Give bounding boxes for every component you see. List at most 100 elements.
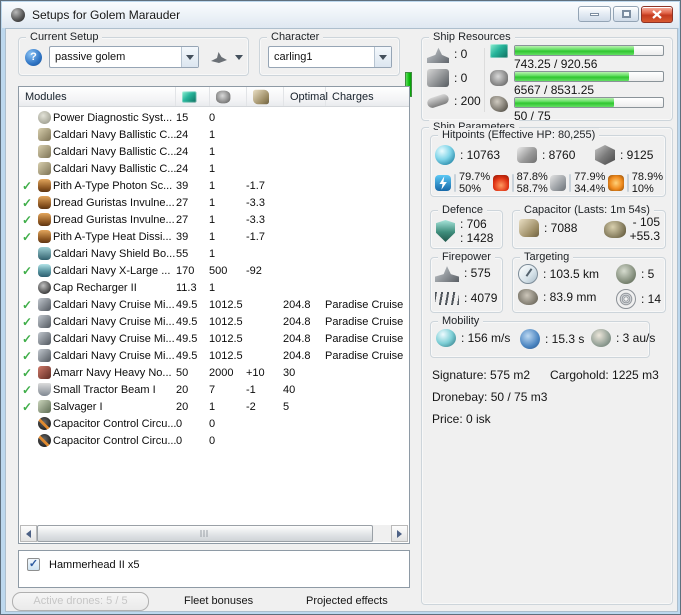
firepower-dps-value: : 4079 xyxy=(464,291,498,305)
sensor-strength-icon xyxy=(616,289,636,309)
tab-projected-effects[interactable]: Projected effects xyxy=(306,595,388,607)
module-active-check: ✓ xyxy=(21,331,33,346)
modules-header-cpu[interactable] xyxy=(176,87,210,106)
modules-header-powergrid[interactable] xyxy=(210,87,247,106)
module-row[interactable]: ✓ Caldari Navy Cruise Mi... 49.5 1012.5 204.… xyxy=(19,347,409,364)
em-resist-top: 79.7% xyxy=(459,171,491,183)
module-name: Cap Recharger II xyxy=(53,281,137,294)
module-cpu: 49.5 xyxy=(176,349,198,362)
modules-rows: Power Diagnostic Syst... 15 0 Caldari Navy … xyxy=(19,109,409,449)
module-row[interactable]: ✓ Caldari Navy X-Large ... 170 500 -92 xyxy=(19,262,409,279)
modules-header-name[interactable]: Modules xyxy=(19,87,176,106)
ship-parameters-group: Ship Parameters Hitpoints (Effective HP:… xyxy=(421,120,673,605)
module-row[interactable]: ✓ Caldari Navy Cruise Mi... 49.5 1012.5 204.… xyxy=(19,313,409,330)
targeting-range-icon xyxy=(518,264,538,284)
module-icon-cell xyxy=(35,128,53,141)
capacitor-group: Capacitor (Lasts: 1m 54s) : 7088 - 105 +… xyxy=(512,203,666,249)
module-powergrid: 1 xyxy=(209,128,216,141)
kinetic-resist-top: 77.9% xyxy=(574,171,606,183)
module-capacitor: -1.7 xyxy=(246,230,265,243)
active-drones-button[interactable]: Active drones: 5 / 5 xyxy=(12,592,149,611)
modules-header-charges[interactable]: Charges xyxy=(326,87,409,106)
module-row[interactable]: ✓ Pith A-Type Heat Dissi... 39 1 -1.7 xyxy=(19,228,409,245)
hardener-icon xyxy=(37,196,51,209)
module-row[interactable]: ✓ Caldari Navy Cruise Mi... 49.5 1012.5 204.… xyxy=(19,296,409,313)
module-row[interactable]: Capacitor Control Circu... 0 0 xyxy=(19,415,409,432)
module-row[interactable]: ✓ Amarr Navy Heavy No... 50 2000 +10 30 xyxy=(19,364,409,381)
current-setup-group: Current Setup ? passive golem xyxy=(18,30,249,76)
maximize-button[interactable] xyxy=(613,6,639,22)
powergrid-icon xyxy=(490,70,508,86)
module-name: Caldari Navy Ballistic C... xyxy=(53,162,176,175)
module-row[interactable]: ✓ Salvager I 20 1 -2 5 xyxy=(19,398,409,415)
module-icon-cell xyxy=(35,111,53,124)
kinetic-resist-bottom: 34.4% xyxy=(574,183,606,195)
module-icon-cell xyxy=(35,230,53,243)
modules-header-capacitor[interactable] xyxy=(247,87,284,106)
module-row[interactable]: ✓ Small Tractor Beam I 20 7 -1 40 xyxy=(19,381,409,398)
module-active-check: ✓ xyxy=(21,314,33,329)
module-optimal: 204.8 xyxy=(283,315,311,328)
scroll-left-button[interactable] xyxy=(20,525,37,542)
minimize-button[interactable] xyxy=(578,6,611,22)
character-select[interactable]: carling1 xyxy=(268,46,392,68)
module-row[interactable]: Capacitor Control Circu... 0 0 xyxy=(19,432,409,449)
module-row[interactable]: ✓ Pith A-Type Photon Sc... 39 1 -1.7 xyxy=(19,177,409,194)
module-row[interactable]: Power Diagnostic Syst... 15 0 xyxy=(19,109,409,126)
em-resist-bottom: 50% xyxy=(459,183,482,195)
module-active-check: ✓ xyxy=(21,263,33,278)
hardener-icon xyxy=(37,213,51,226)
module-powergrid: 7 xyxy=(209,383,216,396)
scan-res-value: : 83.9 mm xyxy=(543,290,597,304)
module-cpu: 39 xyxy=(176,230,189,243)
cpu-icon xyxy=(490,44,508,58)
module-row[interactable]: ✓ Dread Guristas Invulne... 27 1 -3.3 xyxy=(19,211,409,228)
module-row[interactable]: Caldari Navy Ballistic C... 24 1 xyxy=(19,160,409,177)
dronebay-bar xyxy=(514,97,664,108)
module-name: Caldari Navy Cruise Mi... xyxy=(53,298,175,311)
drone-checkbox[interactable]: ✓ xyxy=(27,558,40,571)
module-capacitor: +10 xyxy=(246,366,265,379)
tab-fleet-bonuses[interactable]: Fleet bonuses xyxy=(184,595,253,607)
shield-booster-icon xyxy=(37,264,51,277)
module-row[interactable]: Cap Recharger II 11.3 1 xyxy=(19,279,409,296)
scrollbar-track[interactable] xyxy=(37,525,391,542)
close-button[interactable] xyxy=(641,6,673,23)
scrollbar-thumb[interactable] xyxy=(37,525,373,542)
scroll-right-button[interactable] xyxy=(391,525,408,542)
ship-menu-button[interactable] xyxy=(209,50,243,65)
module-cpu: 15 xyxy=(176,111,189,124)
module-row[interactable]: ✓ Dread Guristas Invulne... 27 1 -3.3 xyxy=(19,194,409,211)
resource-bar-fill xyxy=(515,98,614,107)
divider xyxy=(454,174,456,192)
module-row[interactable]: Caldari Navy Shield Bo... 55 1 xyxy=(19,245,409,262)
structure-hp-icon xyxy=(595,145,615,165)
module-icon-cell xyxy=(35,281,53,294)
hardener-icon xyxy=(37,179,51,192)
module-powergrid: 1 xyxy=(209,247,216,260)
cargohold-value: Cargohold: 1225 m3 xyxy=(550,368,659,382)
horizontal-scrollbar[interactable] xyxy=(20,525,408,542)
module-cpu: 20 xyxy=(176,383,189,396)
cap-recharger-icon xyxy=(37,281,51,294)
firepower-group: Firepower : 575 : 4079 xyxy=(430,250,503,313)
module-icon-cell xyxy=(35,162,53,175)
module-row[interactable]: Caldari Navy Ballistic C... 24 1 xyxy=(19,143,409,160)
turret-hardpoints-icon xyxy=(427,47,449,63)
cruise-launcher-icon xyxy=(37,349,51,362)
module-row[interactable]: ✓ Caldari Navy Cruise Mi... 49.5 1012.5 204.… xyxy=(19,330,409,347)
setup-select[interactable]: passive golem xyxy=(49,46,199,68)
module-row[interactable]: Caldari Navy Ballistic C... 24 1 xyxy=(19,126,409,143)
module-name: Salvager I xyxy=(53,400,103,413)
help-icon[interactable]: ? xyxy=(25,48,42,66)
rig-circuit-icon xyxy=(37,434,51,447)
modules-header-optimal[interactable]: Optimal xyxy=(284,87,328,106)
hitpoints-group: Hitpoints (Effective HP: 80,255) : 10763… xyxy=(430,128,666,197)
drone-row[interactable]: ✓ Hammerhead II x5 xyxy=(19,551,409,578)
minimize-icon xyxy=(590,12,599,16)
power-diagnostic-icon xyxy=(37,111,51,124)
defence-group: Defence : 706 : 1428 xyxy=(430,203,503,249)
module-powergrid: 1 xyxy=(209,196,216,209)
targeting-label: Targeting xyxy=(520,250,574,264)
module-name: Dread Guristas Invulne... xyxy=(53,196,175,209)
